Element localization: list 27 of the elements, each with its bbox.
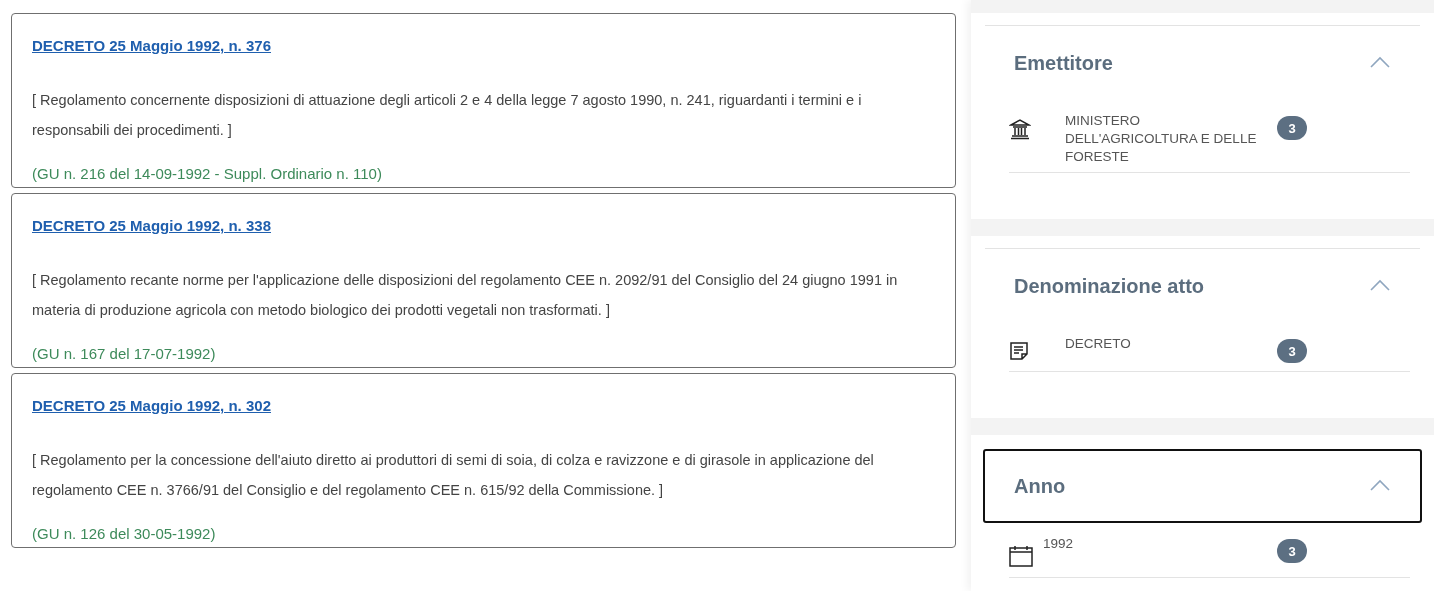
count-badge: 3 [1277,539,1307,563]
count-badge: 3 [1277,116,1307,140]
filter-title: Emettitore [1014,51,1113,75]
publication-reference: (GU n. 216 del 14-09-1992 - Suppl. Ordinario n. 110) [32,165,382,182]
filter-title: Anno [1014,474,1066,498]
publication-reference: (GU n. 126 del 30-05-1992) [32,525,216,542]
filter-option-label[interactable]: 1992 [1043,535,1265,553]
count-badge: 3 [1277,339,1307,363]
result-description: [ Regolamento concernente disposizioni di attuazione degli articoli 2 e 4 della legge 7 agosto 1990, n. 241, riguardanti i termini e i responsabili dei procedimenti. ] [32,91,863,140]
result-description: [ Regolamento recante norme per l'applicazione delle disposizioni del regolamento CEE n. 2092/91 del Consiglio del 24 giugno 1991 in materia di produzione agricola con metodo biologico dei prodotti vegetali non trasformati. ] [32,271,899,320]
filter-option-label[interactable]: DECRETO [1065,335,1265,353]
chevron-up-icon [1370,56,1390,68]
institution-icon [1009,118,1031,140]
filter-header[interactable]: Denominazione atto [983,249,1422,323]
result-title-link[interactable]: DECRETO 25 Maggio 1992, n. 338 [32,217,271,234]
publication-reference: (GU n. 167 del 17-07-1992) [32,345,216,362]
note-icon [1009,341,1029,361]
filter-header[interactable]: Emettitore [983,26,1422,100]
chevron-up-icon [1370,479,1390,491]
calendar-icon [1009,545,1033,567]
filter-header[interactable]: Anno [983,449,1422,523]
chevron-up-icon [1370,279,1390,291]
filter-title: Denominazione atto [1014,274,1204,298]
filter-option-label[interactable]: MINISTERO DELL'AGRICOLTURA E DELLE FORESTE [1065,112,1265,166]
result-title-link[interactable]: DECRETO 25 Maggio 1992, n. 302 [32,397,271,414]
result-title-link[interactable]: DECRETO 25 Maggio 1992, n. 376 [32,37,271,54]
result-description: [ Regolamento per la concessione dell'aiuto diretto ai produttori di semi di soia, di colza e ravizzone e di girasole in applicazione del regolamento CEE n. 3766/91 del Consiglio e del regolamento CEE n. 615/92 della Commissione. ] [32,451,875,500]
